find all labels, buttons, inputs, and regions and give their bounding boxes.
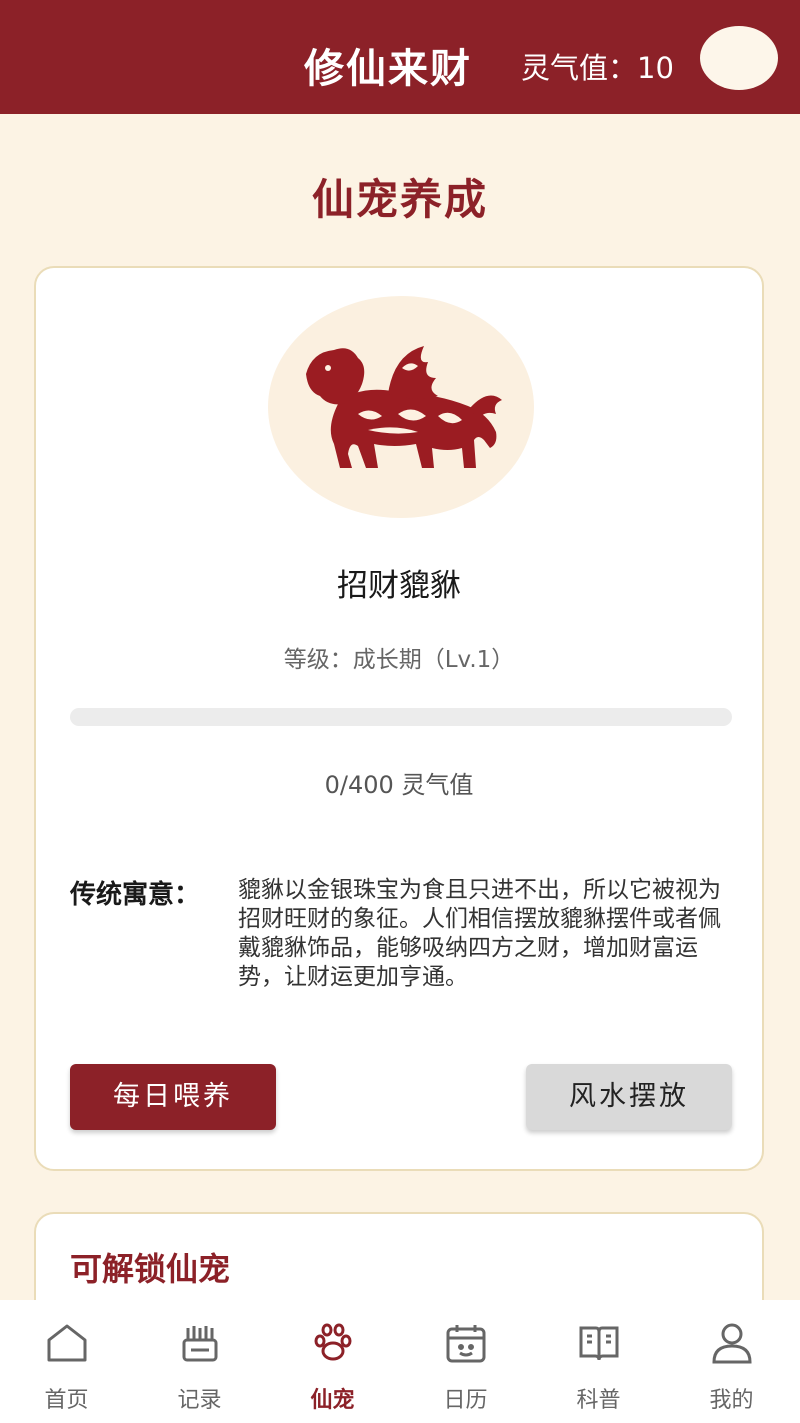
tab-label: 我的 [709, 1388, 754, 1413]
tab-label: 仙宠 [310, 1388, 355, 1413]
pixiu-icon [306, 346, 502, 468]
qi-progress-bar [70, 708, 732, 726]
unlockable-pets-title: 可解锁仙宠 [70, 1250, 231, 1288]
tab-label: 科普 [576, 1388, 621, 1413]
pet-name: 招财貔貅 [337, 568, 461, 604]
app-title: 修仙来财 [304, 46, 472, 92]
pet-level: 等级：成长期（Lv.1） [283, 647, 515, 673]
tab-label: 日历 [443, 1388, 488, 1413]
avatar[interactable] [700, 26, 778, 90]
qi-progress-text: 0/400 灵气值 [324, 771, 474, 799]
tab-record[interactable]: 记录 [133, 1300, 266, 1423]
book-icon [579, 1326, 619, 1361]
daily-feed-button[interactable]: 每日喂养 [70, 1064, 276, 1130]
calendar-icon [446, 1325, 486, 1363]
record-icon [182, 1326, 218, 1362]
tab-label: 首页 [44, 1388, 89, 1413]
tab-label: 记录 [177, 1388, 222, 1413]
pet-image [268, 296, 534, 518]
home-icon [47, 1324, 87, 1362]
qi-value: 灵气值：10 [521, 51, 674, 85]
meaning-text: 貔貅以金银珠宝为食且只进不出，所以它被视为招财旺财的象征。人们相信摆放貔貅摆件或… [238, 877, 721, 990]
tab-calendar[interactable]: 日历 [399, 1300, 532, 1423]
tab-home[interactable]: 首页 [0, 1300, 133, 1423]
paw-icon [314, 1323, 352, 1361]
pet-card: 招财貔貅 等级：成长期（Lv.1） 0/400 灵气值 传统寓意： 貔貅以金银珠… [34, 266, 764, 1171]
page-title: 仙宠养成 [311, 175, 488, 224]
user-icon [712, 1323, 752, 1364]
tab-pet[interactable]: 仙宠 [266, 1300, 399, 1423]
tab-profile[interactable]: 我的 [665, 1300, 798, 1423]
top-bar: 修仙来财 灵气值：10 [0, 0, 800, 114]
fengshui-button[interactable]: 风水摆放 [526, 1064, 732, 1130]
bottom-tab-bar: 首页 记录 仙宠 日历 科普 我的 [0, 1300, 800, 1423]
meaning-label: 传统寓意： [70, 880, 201, 910]
tab-science[interactable]: 科普 [532, 1300, 665, 1423]
